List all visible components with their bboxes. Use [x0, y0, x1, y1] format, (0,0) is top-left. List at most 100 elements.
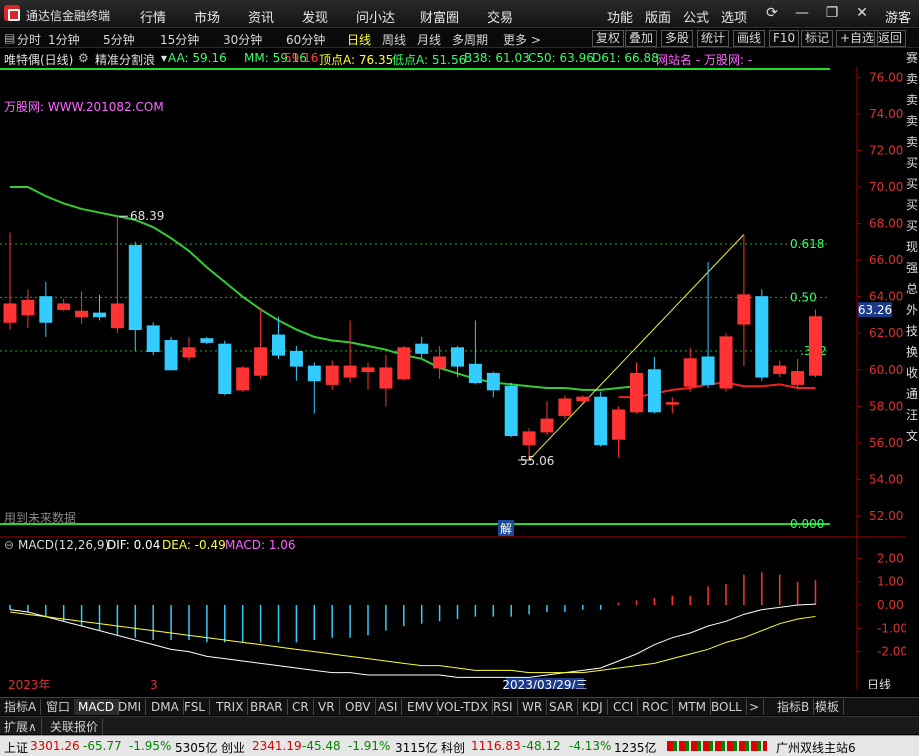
- y-axis-label: 72.00: [869, 143, 903, 157]
- period-5min[interactable]: 5分钟: [103, 31, 135, 48]
- period-daily[interactable]: 日线: [347, 31, 371, 48]
- candle-body: [21, 299, 35, 316]
- close-icon[interactable]: ✕: [851, 5, 873, 21]
- period-15min[interactable]: 15分钟: [160, 31, 199, 48]
- cy-index-name[interactable]: 创业: [221, 739, 245, 756]
- indicator-tab[interactable]: 指标B: [773, 699, 815, 715]
- period-1min[interactable]: 1分钟: [48, 31, 80, 48]
- f10-button[interactable]: F10: [769, 30, 800, 47]
- value-price: 59.16: [284, 51, 319, 65]
- side-panel-label: 换: [906, 345, 919, 359]
- indicator-tab[interactable]: 模板: [811, 699, 845, 715]
- dropdown-icon[interactable]: ▾: [161, 51, 167, 65]
- menu-gongshi[interactable]: 公式: [683, 7, 709, 26]
- fuquan-button[interactable]: 复权: [592, 30, 625, 47]
- indicator-tab[interactable]: TRIX: [212, 699, 249, 715]
- guest-login[interactable]: 游客: [885, 7, 911, 26]
- app-logo-icon: [4, 5, 20, 21]
- indicator-tabs: 指标A 窗口 MACD DMI DMA FSL TRIX BRAR CR VR OBV ASI EMV V…: [0, 697, 919, 715]
- expand-button[interactable]: 扩展∧: [0, 718, 42, 735]
- date-month: 3: [150, 678, 158, 689]
- indicator-tab[interactable]: SAR: [545, 699, 579, 715]
- indicator-tab[interactable]: CCI: [609, 699, 639, 715]
- trend-line: [528, 234, 745, 461]
- menu-shichang[interactable]: 市场: [194, 7, 220, 26]
- menu-banmian[interactable]: 版面: [645, 7, 671, 26]
- indicator-tab[interactable]: BOLL: [707, 699, 747, 715]
- kc-index-name[interactable]: 科创: [441, 739, 465, 756]
- server-name[interactable]: 广州双线主站6: [776, 739, 856, 756]
- macd-y-label: 2.00: [877, 551, 904, 565]
- indicator-settings-icon[interactable]: ⚙: [78, 51, 89, 65]
- menu-xuanxiang[interactable]: 选项: [721, 7, 747, 26]
- indicator-tab[interactable]: VR: [314, 699, 340, 715]
- candle-body: [486, 372, 500, 391]
- sh-index-pct: -1.95%: [129, 739, 172, 753]
- tongji-button[interactable]: 统计: [697, 30, 730, 47]
- indicator-tab[interactable]: MTM: [674, 699, 712, 715]
- menu-jiaoyi[interactable]: 交易: [487, 7, 513, 26]
- indicator-tab[interactable]: KDJ: [578, 699, 608, 715]
- indicator-tab[interactable]: BRAR: [246, 699, 288, 715]
- period-label: 日线: [867, 678, 891, 689]
- duogu-button[interactable]: 多股: [661, 30, 694, 47]
- sh-index-name[interactable]: 上证: [4, 739, 28, 756]
- period-30min[interactable]: 30分钟: [223, 31, 262, 48]
- macd-dif-value: DIF: 0.04: [107, 538, 160, 552]
- right-side-panel: 赛卖卖卖卖买买买买现强总外技换收通汪文: [906, 49, 919, 689]
- indicator-tab[interactable]: 窗口: [42, 699, 76, 715]
- huaxian-button[interactable]: 画线: [733, 30, 766, 47]
- indicator-name[interactable]: 精准分割浪: [95, 51, 155, 68]
- diejia-button[interactable]: 叠加: [625, 30, 658, 47]
- menu-zixun[interactable]: 资讯: [248, 7, 274, 26]
- candle-body: [683, 358, 697, 387]
- indicator-tab[interactable]: >: [745, 699, 765, 715]
- indicator-tab[interactable]: DMI: [114, 699, 147, 715]
- indicator-tab[interactable]: VOL-TDX: [432, 699, 493, 715]
- period-60min[interactable]: 60分钟: [286, 31, 325, 48]
- indicator-tab[interactable]: FSL: [180, 699, 210, 715]
- indicator-tab[interactable]: CR: [288, 699, 314, 715]
- period-weekly[interactable]: 周线: [382, 31, 406, 48]
- indicator-tab[interactable]: WR: [518, 699, 548, 715]
- site-name: 网站名 - 万股网: -: [656, 53, 753, 67]
- indicator-tab[interactable]: ROC: [638, 699, 674, 715]
- indicator-tab[interactable]: ASI: [374, 699, 403, 715]
- minimize-icon[interactable]: —: [791, 5, 813, 21]
- back-button[interactable]: 返回: [874, 30, 907, 47]
- macd-value: MACD: 1.06: [225, 538, 296, 552]
- period-monthly[interactable]: 月线: [417, 31, 441, 48]
- period-fenshi[interactable]: 分时: [17, 31, 41, 48]
- candle-body: [504, 385, 518, 437]
- candle-body: [379, 367, 393, 389]
- indicator-tab[interactable]: DMA: [147, 699, 184, 715]
- indicator-tab[interactable]: MACD: [74, 699, 119, 715]
- period-multi[interactable]: 多周期: [452, 31, 488, 48]
- indicator-tab[interactable]: RSI: [489, 699, 518, 715]
- kline-chart[interactable]: 0.6180.50.3820.000 68.3955.06万股网: WWW.20…: [0, 49, 919, 689]
- side-panel-label: 收: [906, 366, 919, 380]
- menu-gongneng[interactable]: 功能: [607, 7, 633, 26]
- expand-bar: 扩展∧ 关联报价: [0, 716, 919, 735]
- refresh-icon[interactable]: ⟳: [761, 5, 783, 21]
- ma-line-green: [10, 185, 637, 391]
- indicator-tab[interactable]: 指标A: [0, 699, 42, 715]
- period-more[interactable]: 更多 >: [503, 31, 541, 48]
- biaoji-button[interactable]: 标记: [801, 30, 834, 47]
- menu-hangqing[interactable]: 行情: [140, 7, 166, 26]
- macd-dea-line: [9, 611, 816, 674]
- toolbar-menu-icon[interactable]: ▤: [4, 31, 15, 45]
- fib-label: 0.000: [790, 517, 824, 531]
- indicator-tab[interactable]: OBV: [341, 699, 376, 715]
- y-axis-label: 64.00: [869, 290, 903, 304]
- value-c50: C50: 63.96: [528, 51, 594, 65]
- candle-body: [272, 334, 285, 356]
- candle-body: [468, 363, 482, 384]
- menu-caifuquan[interactable]: 财富圈: [420, 7, 459, 26]
- menu-faxian[interactable]: 发现: [302, 7, 328, 26]
- y-axis-label: 58.00: [869, 399, 903, 413]
- add-watchlist-button[interactable]: +自选: [836, 30, 879, 47]
- related-quote-button[interactable]: 关联报价: [46, 718, 104, 735]
- restore-icon[interactable]: ❐: [821, 5, 843, 21]
- menu-wenxiaoda[interactable]: 问小达: [356, 7, 395, 26]
